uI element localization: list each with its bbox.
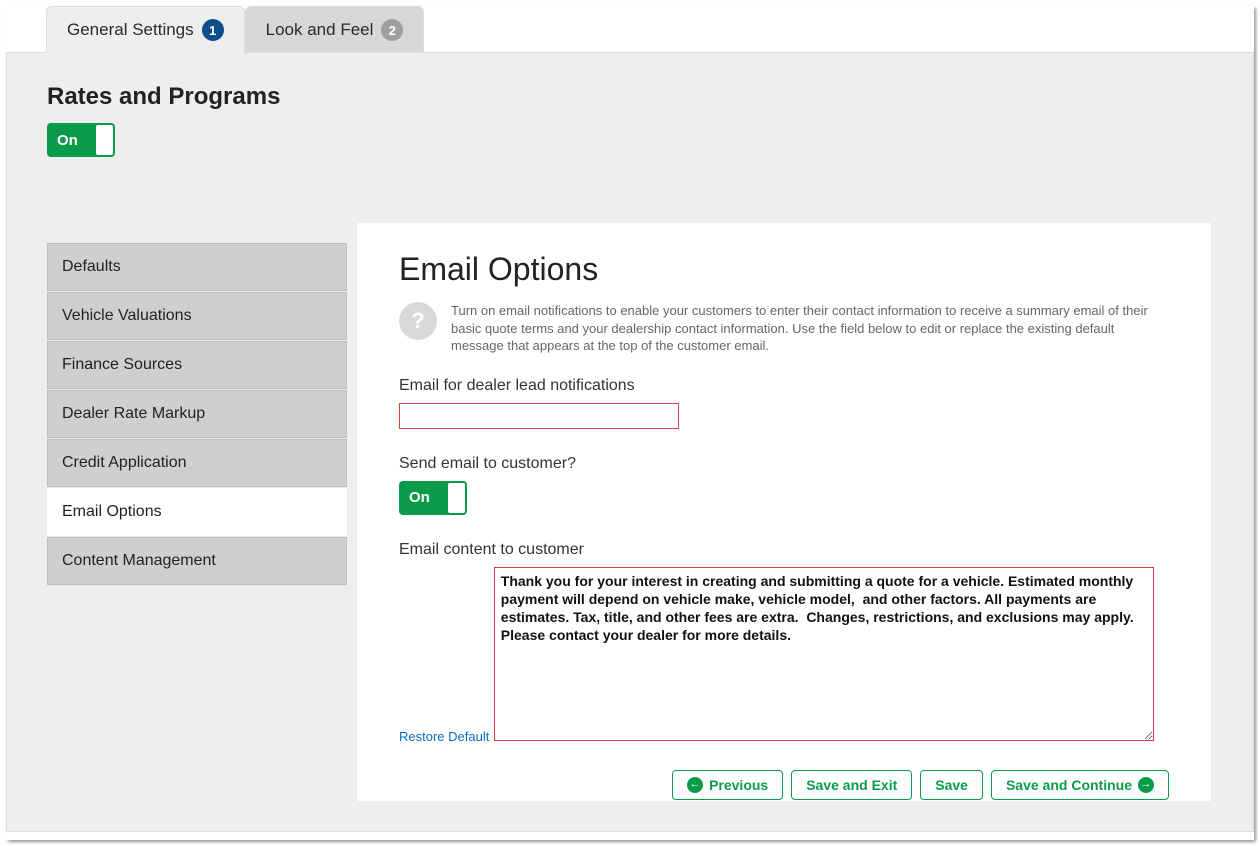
sidebar-item-dealer-rate-markup[interactable]: Dealer Rate Markup <box>47 390 347 438</box>
button-label: Save <box>935 777 968 793</box>
help-row: ? Turn on email notifications to enable … <box>399 302 1169 355</box>
help-text: Turn on email notifications to enable yo… <box>451 302 1169 355</box>
sidebar-item-label: Defaults <box>62 258 121 275</box>
sidebar-item-finance-sources[interactable]: Finance Sources <box>47 341 347 389</box>
sidebar-item-defaults[interactable]: Defaults <box>47 243 347 291</box>
tab-look-and-feel[interactable]: Look and Feel 2 <box>245 6 425 53</box>
settings-sidebar: Defaults Vehicle Valuations Finance Sour… <box>47 243 347 586</box>
tab-label: Look and Feel <box>266 20 374 40</box>
help-icon: ? <box>399 302 437 340</box>
app-frame: General Settings 1 Look and Feel 2 Rates… <box>6 6 1254 840</box>
button-label: Save and Exit <box>806 777 897 793</box>
toggle-knob-icon <box>96 125 113 155</box>
arrow-left-icon: ← <box>687 777 703 793</box>
tab-general-settings[interactable]: General Settings 1 <box>46 6 245 53</box>
sidebar-item-credit-application[interactable]: Credit Application <box>47 439 347 487</box>
toggle-label: On <box>409 489 430 506</box>
save-exit-button[interactable]: Save and Exit <box>791 770 912 800</box>
sidebar-item-label: Vehicle Valuations <box>62 307 192 324</box>
step-badge-icon: 2 <box>381 19 403 41</box>
rates-programs-toggle[interactable]: On <box>47 123 115 157</box>
save-button[interactable]: Save <box>920 770 983 800</box>
email-content-textarea[interactable] <box>494 567 1154 741</box>
email-content-label: Email content to customer <box>399 541 1169 559</box>
step-badge-icon: 1 <box>202 19 224 41</box>
sidebar-item-label: Finance Sources <box>62 356 182 373</box>
dealer-email-input[interactable] <box>399 403 679 429</box>
dealer-email-label: Email for dealer lead notifications <box>399 377 1169 395</box>
sidebar-item-label: Dealer Rate Markup <box>62 405 205 422</box>
toggle-knob-icon <box>448 483 465 513</box>
tab-label: General Settings <box>67 20 194 40</box>
toggle-label: On <box>57 132 78 149</box>
sidebar-item-label: Email Options <box>62 503 162 520</box>
arrow-right-icon: → <box>1138 777 1154 793</box>
sidebar-item-email-options[interactable]: Email Options <box>47 488 347 536</box>
send-email-toggle[interactable]: On <box>399 481 467 515</box>
sidebar-item-label: Content Management <box>62 552 216 569</box>
sidebar-item-content-management[interactable]: Content Management <box>47 537 347 585</box>
sidebar-item-label: Credit Application <box>62 454 187 471</box>
button-label: Previous <box>709 777 768 793</box>
top-tabs: General Settings 1 Look and Feel 2 <box>6 6 1254 53</box>
content-area: Email Options ? Turn on email notificati… <box>357 223 1211 801</box>
footer-buttons: ← Previous Save and Exit Save Save and C… <box>399 770 1169 800</box>
previous-button[interactable]: ← Previous <box>672 770 783 800</box>
section-title: Rates and Programs <box>47 83 1213 111</box>
main-panel: Rates and Programs On Defaults Vehicle V… <box>6 52 1254 832</box>
sidebar-item-vehicle-valuations[interactable]: Vehicle Valuations <box>47 292 347 340</box>
button-label: Save and Continue <box>1006 777 1132 793</box>
page-title: Email Options <box>399 251 1169 288</box>
restore-default-link[interactable]: Restore Default <box>399 729 489 744</box>
save-continue-button[interactable]: Save and Continue → <box>991 770 1169 800</box>
send-email-section: Send email to customer? On <box>399 455 1169 515</box>
send-email-label: Send email to customer? <box>399 455 1169 473</box>
